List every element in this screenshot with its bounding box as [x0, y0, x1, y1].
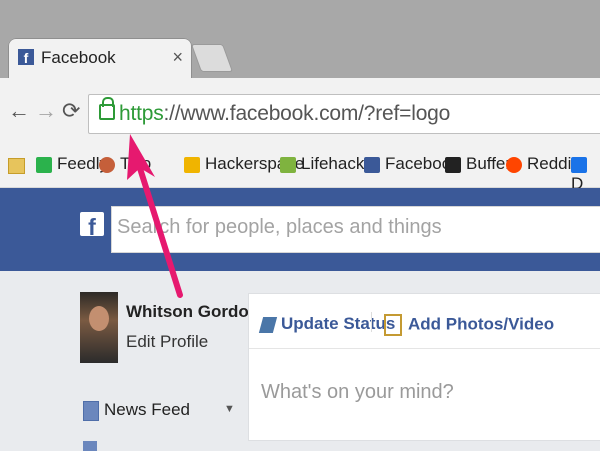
facebook-favicon-icon: f	[18, 49, 34, 66]
bookmark-feedly[interactable]: Feedly	[36, 154, 108, 174]
new-tab-button[interactable]	[190, 44, 234, 72]
profile-name[interactable]: Whitson Gordon	[126, 302, 259, 322]
facebook-content: Whitson Gordon Edit Profile News Feed ▼ …	[0, 271, 600, 451]
lifehacker-icon	[280, 156, 296, 173]
status-composer: Update Status Add Photos/Video What's on…	[248, 293, 600, 441]
update-status-tab[interactable]: Update Status	[258, 314, 395, 334]
bookmark-buffer[interactable]: Buffer	[445, 154, 511, 174]
composer-separator	[249, 348, 600, 349]
chevron-down-icon[interactable]: ▼	[224, 403, 235, 415]
buffer-icon	[445, 156, 461, 173]
facebook-icon	[364, 156, 380, 173]
facebook-search-box[interactable]	[111, 206, 600, 253]
news-feed-icon	[83, 400, 99, 421]
news-feed-link[interactable]: News Feed	[83, 400, 190, 421]
forward-arrow-icon[interactable]: →	[35, 98, 57, 124]
reddit-icon	[506, 156, 522, 173]
https-lock-icon	[99, 97, 115, 120]
reload-icon[interactable]: ⟳	[62, 98, 80, 124]
hackerspace-icon	[184, 156, 200, 173]
address-bar[interactable]: https://www.facebook.com/?ref=logo	[88, 94, 600, 134]
bookmarks-bar: Feedly Two Hackerspace Lifehacker Facebo…	[0, 145, 600, 193]
close-tab-icon[interactable]: ×	[172, 47, 183, 68]
feedly-icon	[36, 156, 52, 173]
browser-window-top: f Facebook ×	[0, 0, 600, 80]
url-domain: ://www.facebook.com/?ref=logo	[163, 102, 451, 125]
facebook-tab[interactable]: f Facebook ×	[8, 38, 192, 80]
profile-avatar[interactable]	[80, 292, 118, 363]
tab-title: Facebook	[41, 48, 116, 67]
edit-profile-link[interactable]: Edit Profile	[126, 332, 208, 352]
facebook-logo-icon[interactable]: f	[80, 212, 104, 240]
facebook-header: f	[0, 188, 600, 271]
add-photos-video-tab[interactable]: Add Photos/Video	[384, 314, 554, 336]
status-input-prompt[interactable]: What's on your mind?	[261, 381, 454, 404]
bookmark-reddit[interactable]: Reddit	[506, 154, 576, 174]
bookmarks-folder-icon[interactable]	[8, 158, 25, 174]
pencil-icon	[258, 316, 278, 333]
back-arrow-icon[interactable]: ←	[8, 98, 30, 124]
https-scheme: https	[119, 102, 164, 125]
bookmark-two[interactable]: Two	[99, 154, 151, 174]
browser-toolbar: ← → ⟳ https://www.facebook.com/?ref=logo	[0, 78, 600, 146]
two-icon	[99, 156, 115, 173]
address-url: https://www.facebook.com/?ref=logo	[119, 102, 450, 126]
composer-divider	[371, 312, 372, 332]
drive-icon	[571, 156, 587, 173]
photo-icon	[384, 314, 402, 336]
facebook-search-input[interactable]	[115, 215, 589, 240]
